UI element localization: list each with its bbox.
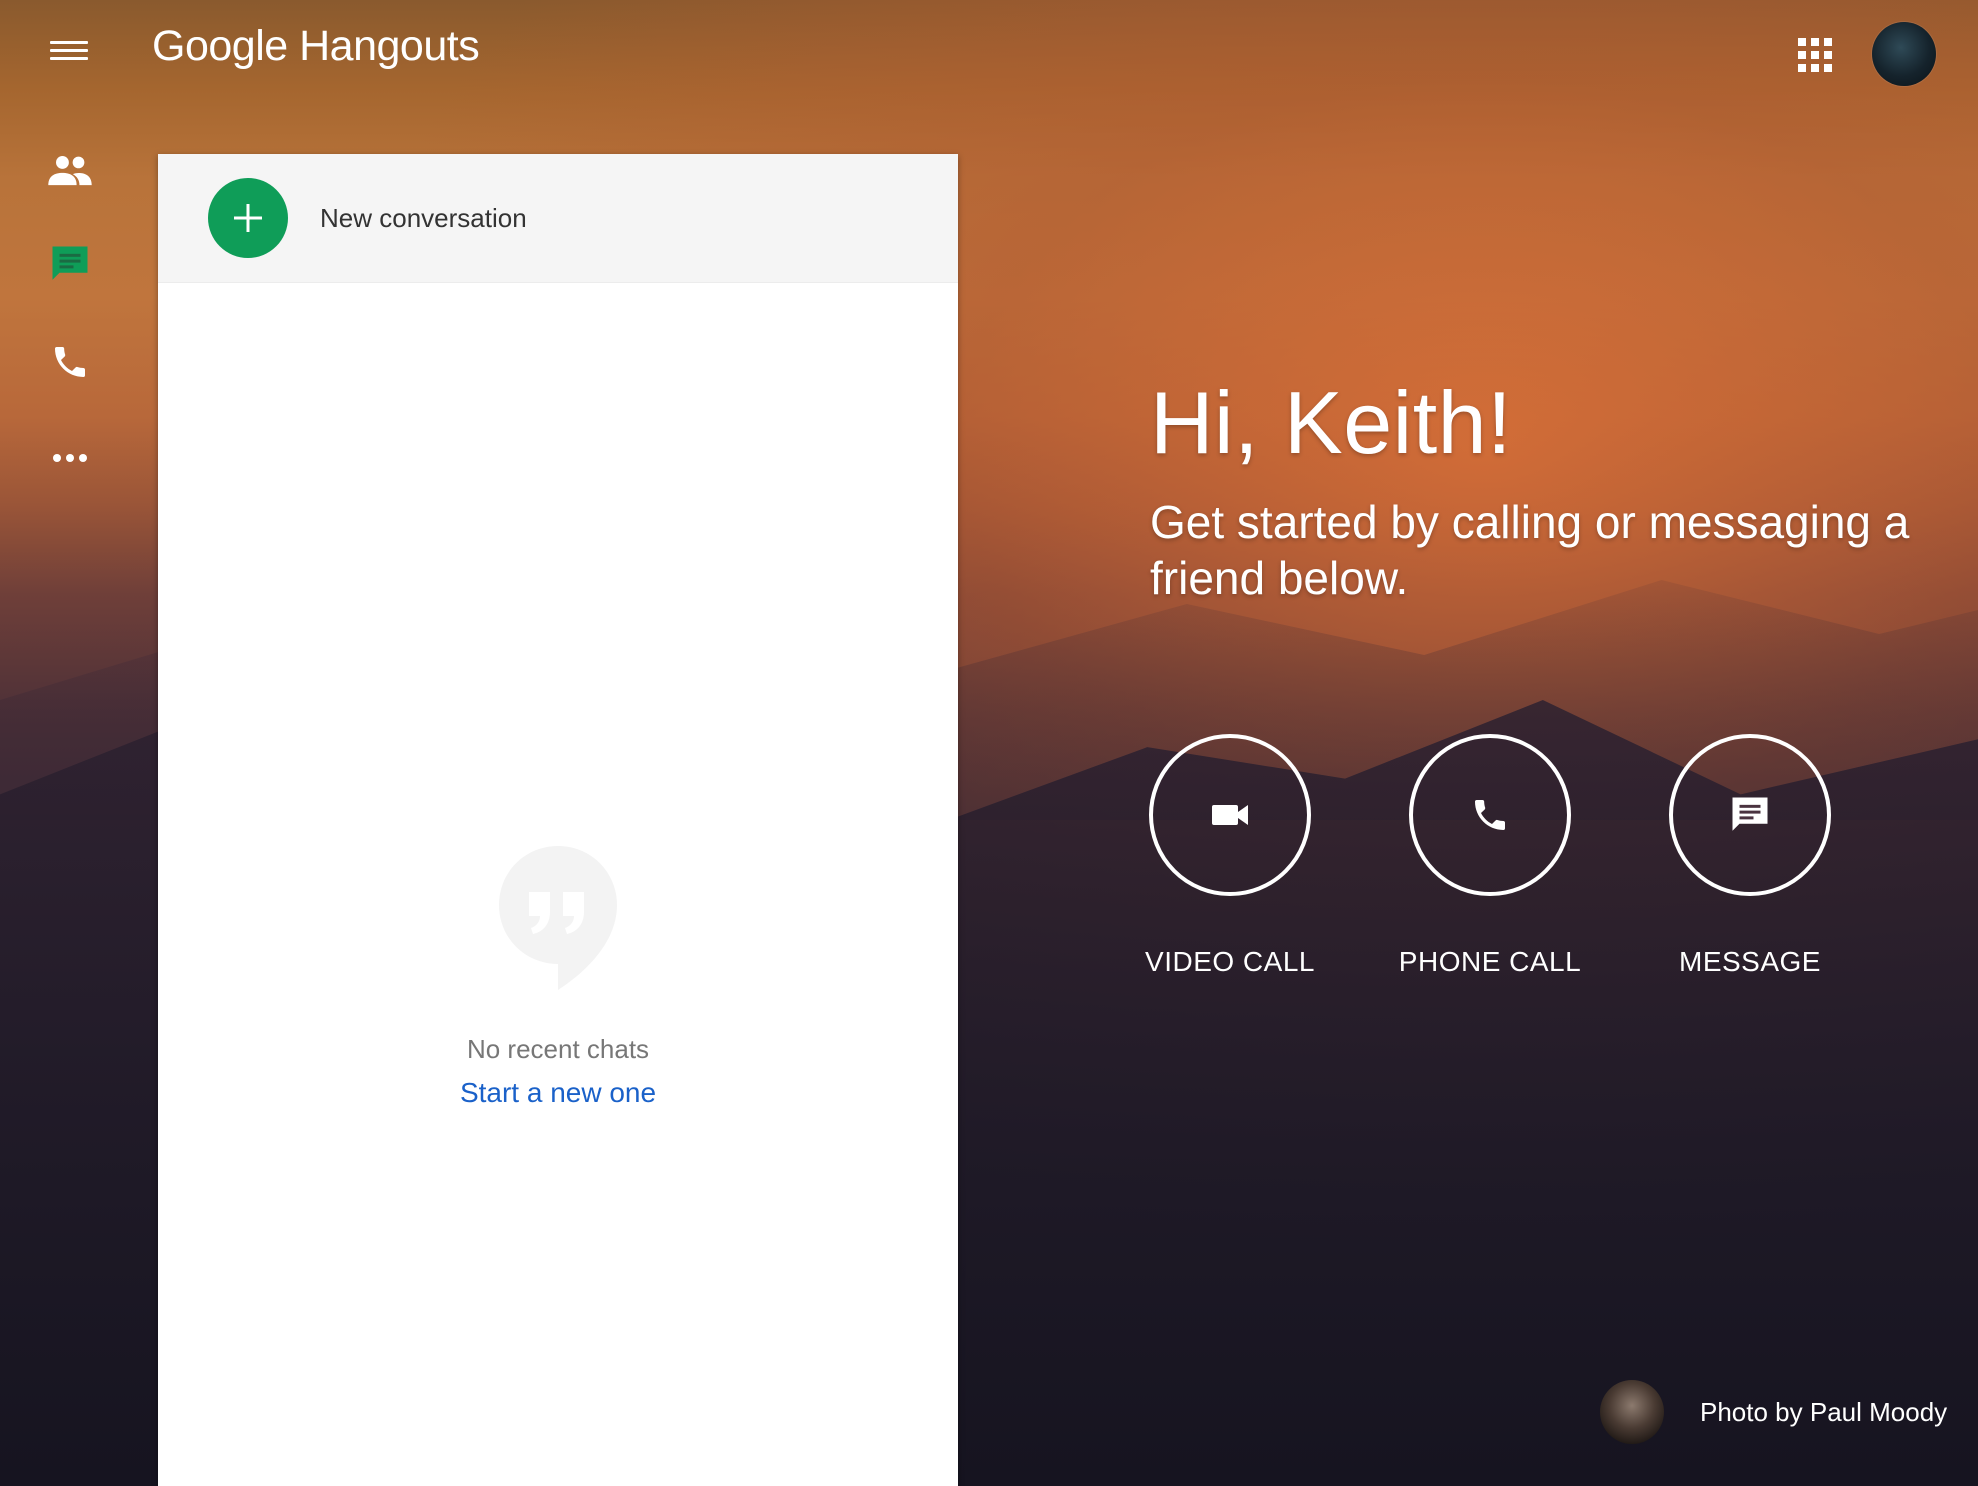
video-camera-icon: [1212, 805, 1248, 825]
chat-icon-svg: [52, 246, 88, 280]
phone-icon-svg: [55, 347, 85, 377]
message-icon: [1732, 797, 1768, 831]
apps-grid-icon[interactable]: [1798, 38, 1832, 72]
contacts-icon[interactable]: [46, 148, 94, 192]
more-icon-svg: [53, 454, 87, 462]
more-icon[interactable]: [46, 436, 94, 480]
hangouts-quote-icon: [497, 844, 619, 992]
phone-call-circle[interactable]: [1409, 734, 1571, 896]
empty-state: No recent chats Start a new one: [158, 844, 958, 1109]
conversations-panel: New conversation No recent chats Start a…: [158, 154, 958, 1486]
new-conversation-label: New conversation: [320, 202, 527, 233]
phone-icon[interactable]: [46, 340, 94, 384]
logo-hangouts: Hangouts: [299, 22, 480, 70]
chat-icon[interactable]: [46, 242, 94, 286]
video-call-circle[interactable]: [1149, 734, 1311, 896]
no-recent-chats-text: No recent chats: [466, 1034, 650, 1064]
start-new-link[interactable]: Start a new one: [460, 1077, 656, 1109]
logo-google: Google: [152, 22, 288, 70]
message-circle[interactable]: [1669, 734, 1831, 896]
plus-icon: [234, 204, 262, 232]
phone-call-button[interactable]: PHONE CALL: [1370, 734, 1610, 978]
phone-call-label: PHONE CALL: [1398, 946, 1582, 977]
account-avatar[interactable]: [1872, 22, 1936, 86]
message-label: MESSAGE: [1679, 946, 1821, 977]
menu-icon[interactable]: [50, 36, 88, 66]
message-button[interactable]: MESSAGE: [1630, 734, 1870, 978]
new-conversation-button[interactable]: New conversation: [158, 154, 958, 283]
photographer-avatar: [1600, 1380, 1664, 1444]
greeting-subtitle: Get started by calling or messaging a fr…: [1150, 496, 1910, 604]
photo-credit[interactable]: Photo by Paul Moody: [1600, 1380, 1947, 1444]
add-icon[interactable]: [208, 178, 288, 258]
phone-icon: [1475, 800, 1505, 830]
video-call-button[interactable]: VIDEO CALL: [1110, 734, 1350, 978]
greeting-title: Hi, Keith!: [1150, 373, 1513, 472]
app-logo: Google Hangouts: [152, 22, 480, 71]
video-call-label: VIDEO CALL: [1145, 946, 1315, 977]
photo-credit-text: Photo by Paul Moody: [1700, 1396, 1948, 1427]
contacts-icon-svg: [48, 156, 92, 186]
